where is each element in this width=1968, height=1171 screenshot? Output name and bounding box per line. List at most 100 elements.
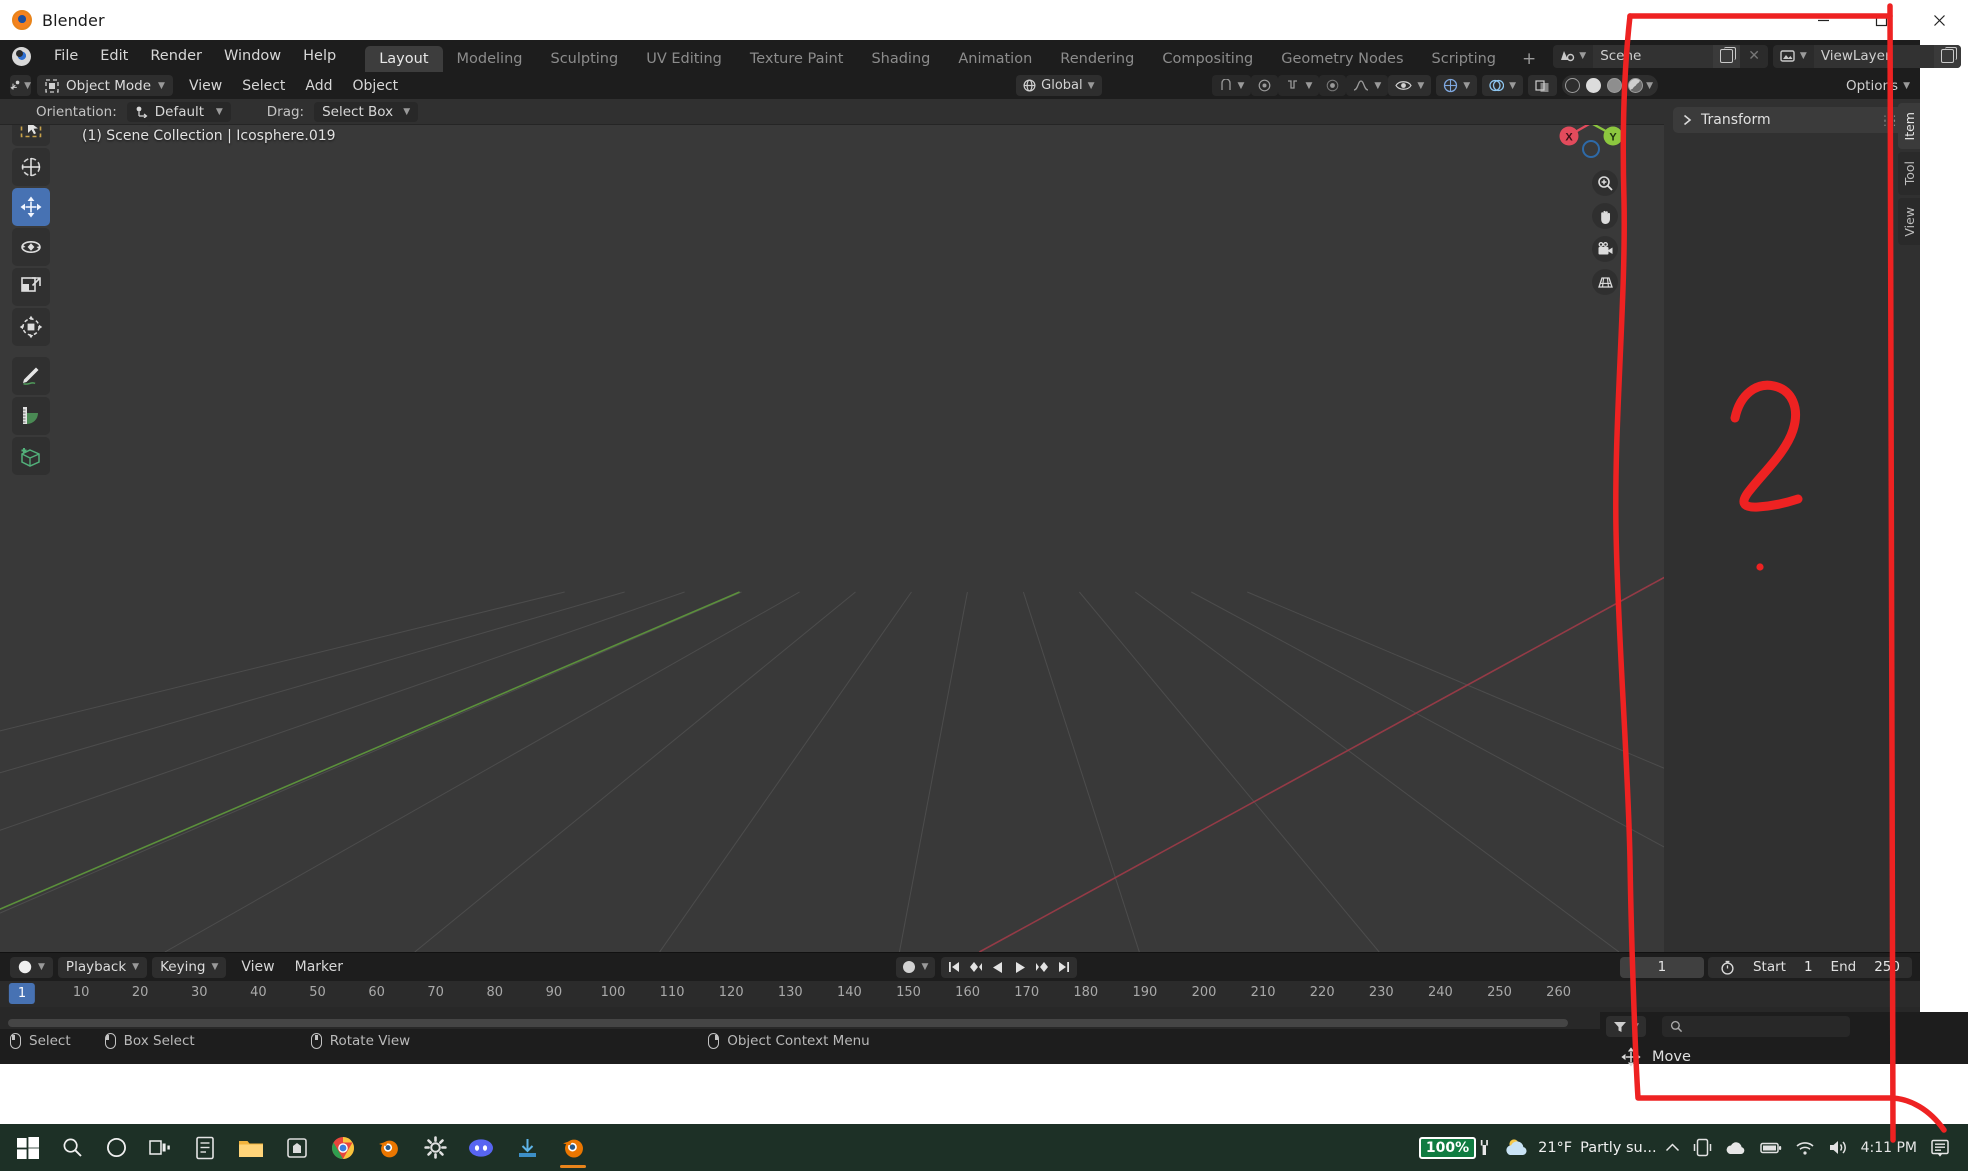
next-keyframe-icon[interactable] (1031, 957, 1053, 978)
weather-widget[interactable]: 21°F Partly su... (1504, 1137, 1679, 1159)
blender-menu-icon[interactable] (12, 46, 31, 66)
shading-material-button[interactable] (1607, 78, 1623, 93)
workspace-tab-rendering[interactable]: Rendering (1046, 46, 1148, 72)
shading-mode-group[interactable]: ▼ (1562, 75, 1658, 96)
hand-icon[interactable] (1592, 203, 1618, 229)
new-viewlayer-icon[interactable] (1933, 44, 1961, 68)
end-value[interactable]: 250 (1874, 959, 1900, 975)
npanel-tab-item[interactable]: Item (1898, 103, 1920, 150)
clock-time[interactable]: 4:11 PM (1861, 1140, 1917, 1156)
menu-render[interactable]: Render (139, 44, 213, 68)
shading-solid-button[interactable] (1586, 78, 1602, 93)
shading-wireframe-button[interactable] (1565, 78, 1581, 93)
store-icon[interactable] (274, 1126, 320, 1170)
add-workspace-button[interactable]: + (1510, 46, 1548, 72)
onedrive-cloud-icon[interactable] (1725, 1140, 1747, 1156)
timeline-ruler[interactable]: 10 20 30 40 50 60 70 80 90 100 110 120 130 140 150 160 1… (0, 981, 1920, 1007)
current-frame-field[interactable]: 1 (1619, 956, 1704, 978)
scene-name[interactable]: Scene (1593, 44, 1714, 68)
npanel-tab-view[interactable]: View (1898, 197, 1920, 246)
workspace-tab-sculpting[interactable]: Sculpting (536, 46, 632, 72)
shading-rendered-button[interactable] (1628, 78, 1644, 93)
remove-scene-button[interactable]: ✕ (1740, 48, 1768, 64)
workspace-tab-texture-paint[interactable]: Texture Paint (736, 46, 858, 72)
battery-status[interactable]: 100% (1418, 1136, 1491, 1159)
menu-edit[interactable]: Edit (89, 44, 139, 68)
new-scene-icon[interactable] (1713, 44, 1741, 68)
workspace-tab-compositing[interactable]: Compositing (1148, 46, 1267, 72)
notification-icon[interactable] (1930, 1138, 1950, 1158)
xray-icon[interactable] (1528, 75, 1558, 96)
minimize-icon[interactable] (1794, 0, 1852, 40)
search-input[interactable] (1662, 1016, 1850, 1037)
keying-menu[interactable]: Keying ▼ (152, 956, 227, 978)
task-view-icon[interactable] (138, 1126, 182, 1170)
snap-magnet-toggle[interactable]: ▼ (1278, 75, 1320, 96)
menu-file[interactable]: File (43, 44, 89, 68)
wifi-icon[interactable] (1795, 1140, 1815, 1156)
snap-selector[interactable]: ▼ (1211, 75, 1252, 96)
timeline-menu-view[interactable]: View (231, 959, 284, 975)
transform-orientation-selector[interactable]: Global ▼ (1016, 75, 1102, 96)
jump-start-icon[interactable] (943, 957, 965, 978)
magnifier-plus-icon[interactable] (1592, 170, 1618, 196)
workspace-tab-animation[interactable]: Animation (944, 46, 1046, 72)
filter-icon[interactable]: ▼ (1606, 1016, 1646, 1037)
close-icon[interactable] (1910, 0, 1968, 40)
drag-selector[interactable]: Select Box ▼ (314, 101, 419, 122)
menu-help[interactable]: Help (292, 44, 347, 68)
orientation-selector[interactable]: Default ▼ (126, 101, 231, 122)
annotate-pencil-icon[interactable] (12, 357, 50, 395)
viewport-3d[interactable]: ▼ Object Mode ▼ View Select Add Object G… (0, 72, 1664, 952)
falloff-curve-selector[interactable]: ▼ (1346, 75, 1389, 96)
timeline-scrollbar[interactable] (8, 1019, 1568, 1027)
cursor-icon[interactable] (12, 148, 50, 186)
battery-tray-icon[interactable] (1759, 1140, 1782, 1156)
workspace-tab-layout[interactable]: Layout (365, 46, 443, 72)
windows-start-icon[interactable] (6, 1126, 50, 1170)
options-button[interactable]: Options ▼ (1846, 78, 1920, 94)
file-explorer-icon[interactable] (228, 1126, 274, 1170)
play-reverse-icon[interactable] (987, 957, 1009, 978)
viewport-menu-add[interactable]: Add (295, 78, 342, 94)
timeline-editor-icon[interactable]: ▼ (10, 956, 53, 978)
editor-type-icon[interactable]: ▼ (10, 75, 31, 96)
viewport-menu-object[interactable]: Object (343, 78, 409, 94)
viewlayer-selector[interactable]: ▼ ViewLayer (1772, 44, 1961, 68)
overlays-icon[interactable]: ▼ (1482, 75, 1524, 96)
playback-menu[interactable]: Playback ▼ (57, 956, 148, 978)
workspace-tab-shading[interactable]: Shading (857, 46, 944, 72)
search-icon[interactable] (50, 1126, 94, 1170)
screen-icon[interactable] (1693, 1138, 1712, 1157)
object-mode-selector[interactable]: Object Mode ▼ (37, 75, 173, 96)
rotate-icon[interactable] (12, 228, 50, 266)
gizmo-icon[interactable]: ▼ (1436, 75, 1478, 96)
blender-icon[interactable] (550, 1126, 596, 1170)
chrome-icon[interactable] (320, 1126, 366, 1170)
gear-icon[interactable] (412, 1126, 458, 1170)
timeline-menu-marker[interactable]: Marker (285, 959, 353, 975)
start-value[interactable]: 1 (1804, 959, 1813, 975)
download-icon[interactable] (504, 1126, 550, 1170)
blender-icon[interactable] (366, 1126, 412, 1170)
transform-panel-header[interactable]: Transform :::::::: (1673, 107, 1911, 133)
viewlayer-name[interactable]: ViewLayer (1813, 44, 1934, 68)
scale-icon[interactable] (12, 268, 50, 306)
maximize-icon[interactable] (1852, 0, 1910, 40)
visibility-icon[interactable]: ▼ (1388, 75, 1432, 96)
jump-end-icon[interactable] (1053, 957, 1075, 978)
notes-app-icon[interactable] (182, 1126, 228, 1170)
scene-selector[interactable]: ▼ Scene ✕ (1553, 44, 1768, 68)
prev-keyframe-icon[interactable] (965, 957, 987, 978)
menu-window[interactable]: Window (213, 44, 292, 68)
workspace-tab-geometry-nodes[interactable]: Geometry Nodes (1267, 46, 1417, 72)
play-icon[interactable] (1009, 957, 1031, 978)
workspace-tab-scripting[interactable]: Scripting (1418, 46, 1510, 72)
circle-icon[interactable] (94, 1126, 138, 1170)
auto-keying-toggle[interactable]: ▼ (895, 956, 936, 978)
proportional-edit-selector[interactable] (1251, 75, 1279, 96)
volume-icon[interactable] (1828, 1139, 1848, 1156)
workspace-tab-modeling[interactable]: Modeling (443, 46, 537, 72)
add-cube-icon[interactable] (12, 437, 50, 475)
transform-icon[interactable] (12, 308, 50, 346)
